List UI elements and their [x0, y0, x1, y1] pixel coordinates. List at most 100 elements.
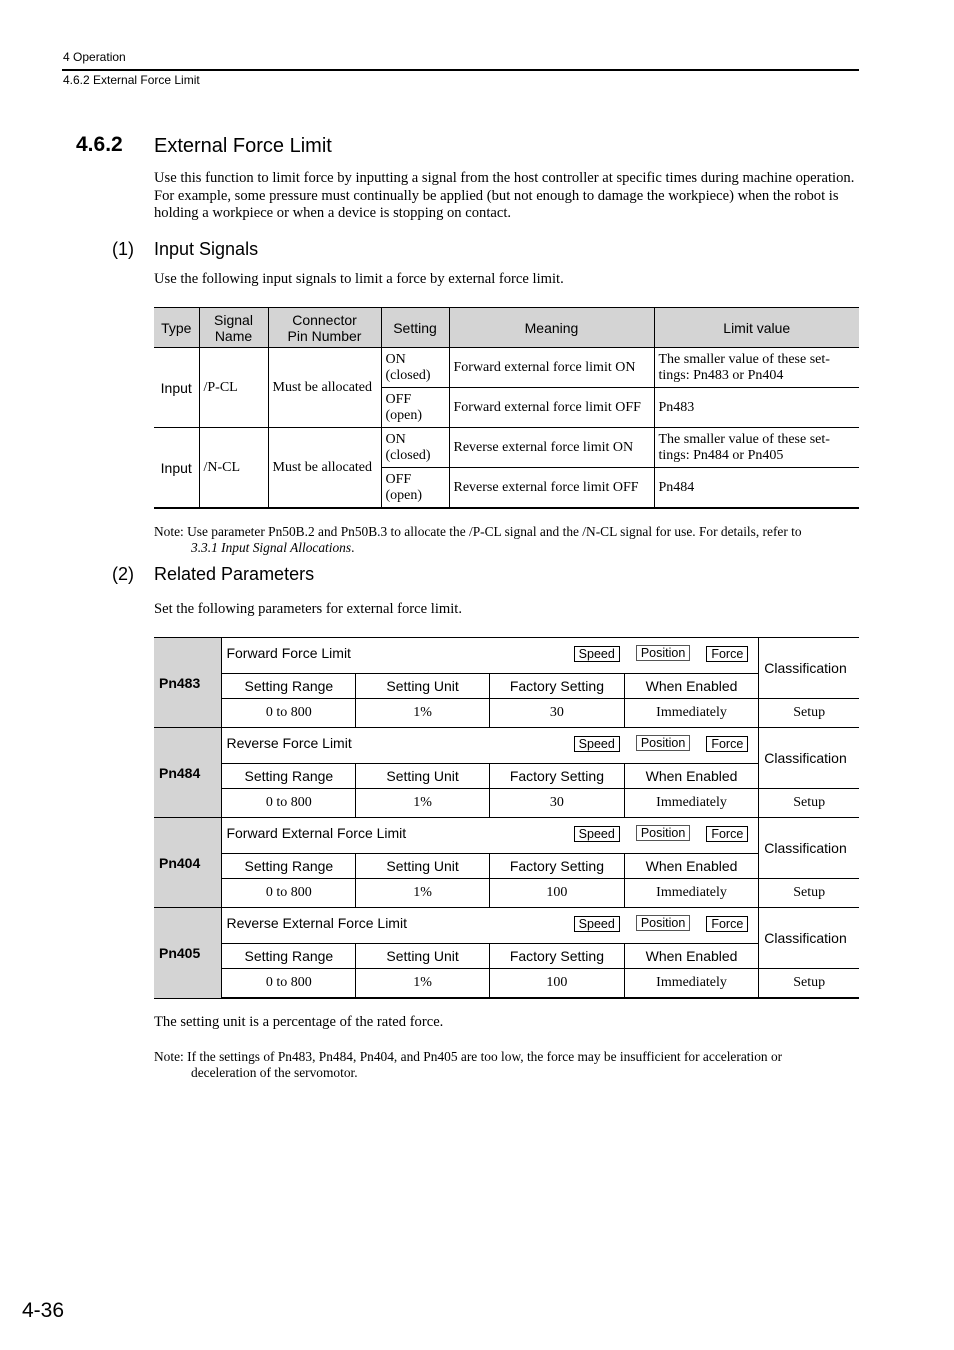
force-tag: Force: [706, 646, 749, 662]
running-header-section: 4.6.2 External Force Limit: [63, 73, 200, 87]
when-enabled-header: When Enabled: [623, 853, 760, 879]
speed-tag: Speed: [573, 826, 620, 842]
column-header-setting: Setting: [380, 307, 450, 348]
factory-setting-header: Factory Setting: [489, 763, 625, 789]
factory-setting-value: 100: [489, 878, 625, 908]
param-id: Pn483: [154, 637, 223, 728]
factory-setting-value: 30: [489, 698, 625, 728]
param-header-row: Setting Range Setting Unit Factory Setti…: [154, 673, 859, 699]
when-enabled-header: When Enabled: [623, 943, 760, 969]
setting-range-value: 0 to 800: [221, 698, 357, 728]
setting-range-value: 0 to 800: [221, 788, 357, 818]
classification-value: Setup: [758, 878, 859, 908]
cell-setting: OFF (open): [380, 387, 450, 428]
cell-meaning: Reverse external force limit OFF: [448, 467, 655, 509]
param-name-row: Pn404 Forward External Force Limit Speed…: [154, 817, 859, 908]
param-name: Reverse External Force Limit: [226, 915, 407, 931]
cell-connector-pin: Must be allocated: [267, 347, 382, 428]
header-rule: [62, 69, 859, 71]
classification-value: Setup: [758, 698, 859, 728]
position-tag: Position: [635, 735, 691, 751]
setting-range-value: 0 to 800: [221, 968, 357, 999]
factory-setting-header: Factory Setting: [489, 853, 625, 879]
factory-setting-header: Factory Setting: [489, 943, 625, 969]
param-name-cell: Forward Force Limit Speed Position Force: [221, 637, 760, 674]
control-mode-tags: Speed Position Force: [573, 825, 749, 842]
input-signals-description: Use the following input signals to limit…: [154, 271, 564, 287]
setting-unit-header: Setting Unit: [355, 943, 490, 969]
cell-type: Input: [154, 347, 200, 428]
column-header-signal-name: Signal Name: [198, 307, 269, 348]
cell-signal-name: /N-CL: [198, 427, 269, 509]
section-title: External Force Limit: [154, 135, 332, 157]
cell-connector-pin: Must be allocated: [267, 427, 382, 509]
setting-unit-header: Setting Unit: [355, 763, 490, 789]
cell-setting: ON (closed): [380, 427, 450, 468]
param-name: Reverse Force Limit: [226, 735, 352, 751]
setting-unit-header: Setting Unit: [355, 853, 490, 879]
subsection-number-input-signals: (1): [112, 239, 134, 259]
cell-limit-value: Pn484: [653, 467, 859, 509]
cell-setting: OFF (open): [380, 467, 450, 509]
factory-setting-value: 30: [489, 788, 625, 818]
position-tag: Position: [635, 645, 691, 661]
cell-limit-value: The smaller value of these set-tings: Pn…: [653, 347, 859, 388]
related-parameters-table: Pn483 Forward Force Limit Speed Position F…: [154, 637, 859, 999]
param-header-row: Setting Range Setting Unit Factory Setti…: [154, 763, 859, 789]
param-id: Pn405: [154, 907, 223, 999]
setting-unit-note: The setting unit is a percentage of the …: [154, 1014, 444, 1030]
param-value-row: 0 to 800 1% 30 Immediately Setup: [154, 698, 859, 728]
cell-signal-name: /P-CL: [198, 347, 269, 428]
control-mode-tags: Speed Position Force: [573, 735, 749, 752]
param-header-row: Setting Range Setting Unit Factory Setti…: [154, 853, 859, 879]
setting-unit-header: Setting Unit: [355, 673, 490, 699]
column-header-limit-value: Limit value: [653, 307, 859, 348]
note-text-continued: deceleration of the servomotor.: [191, 1065, 358, 1080]
when-enabled-value: Immediately: [623, 788, 760, 818]
setting-range-header: Setting Range: [221, 943, 357, 969]
when-enabled-header: When Enabled: [623, 763, 760, 789]
factory-setting-header: Factory Setting: [489, 673, 625, 699]
setting-unit-value: 1%: [355, 698, 490, 728]
force-tag: Force: [706, 826, 749, 842]
cell-meaning: Reverse external force limit ON: [448, 427, 655, 468]
param-name-cell: Reverse External Force Limit Speed Positi…: [221, 907, 760, 944]
setting-range-value: 0 to 800: [221, 878, 357, 908]
page-number: 4-36: [22, 1299, 65, 1322]
cell-type: Input: [154, 427, 200, 509]
param-id: Pn484: [154, 727, 223, 818]
classification-header: Classification: [758, 727, 859, 789]
classification-header: Classification: [758, 817, 859, 879]
control-mode-tags: Speed Position Force: [573, 645, 749, 662]
setting-unit-value: 1%: [355, 878, 490, 908]
classification-value: Setup: [758, 968, 859, 999]
param-name: Forward Force Limit: [226, 645, 351, 661]
position-tag: Position: [635, 915, 691, 931]
param-value-row: 0 to 800 1% 30 Immediately Setup: [154, 788, 859, 818]
note-reference-link[interactable]: 3.3.1 Input Signal Allocations: [191, 540, 351, 555]
cell-setting: ON (closed): [380, 347, 450, 388]
setting-range-header: Setting Range: [221, 763, 357, 789]
speed-tag: Speed: [573, 916, 620, 932]
note-text: If the settings of Pn483, Pn484, Pn404, …: [187, 1049, 783, 1064]
section-number: 4.6.2: [76, 133, 123, 156]
setting-unit-value: 1%: [355, 968, 490, 999]
column-header-meaning: Meaning: [448, 307, 655, 348]
setting-range-header: Setting Range: [221, 673, 357, 699]
speed-tag: Speed: [573, 646, 620, 662]
subsection-title-related-parameters: Related Parameters: [154, 564, 315, 584]
classification-header: Classification: [758, 637, 859, 699]
table-row: Input /P-CL Must be allocated ON (closed)…: [154, 347, 859, 428]
param-name-row: Pn484 Reverse Force Limit Speed Position F…: [154, 727, 859, 818]
param-id: Pn404: [154, 817, 223, 908]
note-text: Use parameter Pn50B.2 and Pn50B.3 to all…: [187, 524, 802, 539]
subsection-title-input-signals: Input Signals: [154, 239, 259, 259]
cell-meaning: Forward external force limit OFF: [448, 387, 655, 428]
position-tag: Position: [635, 825, 691, 841]
param-name-row: Pn483 Forward Force Limit Speed Position F…: [154, 637, 859, 728]
setting-unit-value: 1%: [355, 788, 490, 818]
param-name-cell: Reverse Force Limit Speed Position Force: [221, 727, 760, 764]
param-header-row: Setting Range Setting Unit Factory Setti…: [154, 943, 859, 969]
when-enabled-value: Immediately: [623, 698, 760, 728]
force-tag: Force: [706, 736, 749, 752]
